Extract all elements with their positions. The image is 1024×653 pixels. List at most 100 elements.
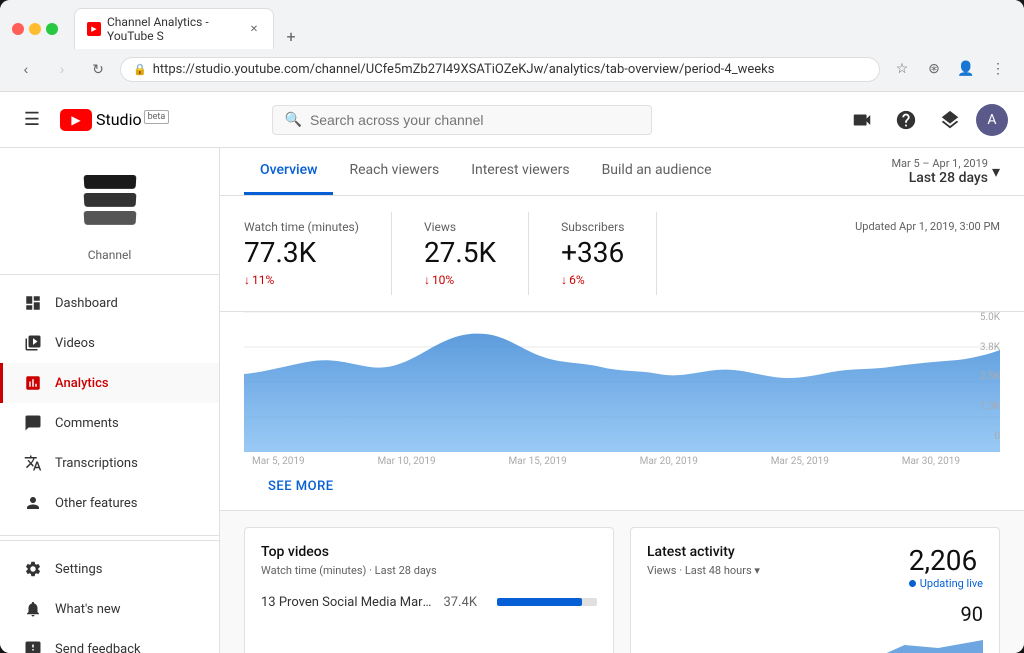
minimize-button[interactable] (29, 23, 41, 35)
videos-icon (23, 333, 43, 353)
sidebar-item-send-feedback[interactable]: Send feedback (0, 629, 219, 653)
y-label-5k: 5.0K (965, 312, 1000, 323)
sidebar-item-dashboard[interactable]: Dashboard (0, 283, 219, 323)
subscribers-change: ↓ 6% (561, 273, 624, 287)
help-button[interactable] (888, 102, 924, 138)
stats-row: Watch time (minutes) 77.3K ↓ 11% Views 2… (244, 212, 1000, 295)
close-button[interactable] (12, 23, 24, 35)
x-label-6: Mar 30, 2019 (902, 456, 960, 467)
studio-text: Studiobeta (96, 110, 169, 129)
maximize-button[interactable] (46, 23, 58, 35)
sidebar-item-transcriptions[interactable]: Transcriptions (0, 443, 219, 483)
latest-activity-subtitle: Views · Last 48 hours ▾ (647, 564, 760, 577)
tabs-row: Channel Analytics - YouTube S ✕ + (74, 8, 304, 49)
x-label-1: Mar 5, 2019 (252, 456, 305, 467)
back-button[interactable]: ‹ (12, 55, 40, 83)
profile-button[interactable]: 👤 (952, 55, 980, 83)
see-more-button[interactable]: SEE MORE (268, 479, 334, 494)
youtube-logo: Studiobeta (60, 109, 169, 131)
header-actions: A (844, 102, 1008, 138)
latest-activity-card: Latest activity Views · Last 48 hours ▾ … (630, 527, 1000, 653)
sidebar-item-other-features[interactable]: Other features (0, 483, 219, 523)
watch-time-value: 77.3K (244, 238, 359, 269)
bookmark-button[interactable]: ☆ (888, 55, 916, 83)
watch-time-change-text: 11% (252, 273, 274, 287)
comments-icon (23, 413, 43, 433)
y-label-13k: 1.3K (965, 401, 1000, 412)
camera-button[interactable] (844, 102, 880, 138)
tab-interest-viewers[interactable]: Interest viewers (455, 148, 585, 195)
x-label-3: Mar 15, 2019 (509, 456, 567, 467)
sidebar-item-videos[interactable]: Videos (0, 323, 219, 363)
activity-chart-fill (647, 640, 983, 653)
date-range-label: Mar 5 – Apr 1, 2019 (891, 157, 988, 170)
browser-window: Channel Analytics - YouTube S ✕ + ‹ › ↻ … (0, 0, 1024, 653)
chart-fill (244, 333, 1000, 451)
other-features-icon (23, 493, 43, 513)
activity-dropdown-icon[interactable]: ▾ (754, 564, 760, 577)
x-label-4: Mar 20, 2019 (640, 456, 698, 467)
x-label-2: Mar 10, 2019 (377, 456, 435, 467)
activity-chart-svg (647, 630, 983, 653)
subscribers-label: Subscribers (561, 220, 624, 234)
analytics-icon (23, 373, 43, 393)
new-tab-button[interactable]: + (278, 23, 304, 49)
dashboard-icon (23, 293, 43, 313)
sidebar-label-settings: Settings (55, 562, 102, 577)
youtube-icon (60, 109, 92, 131)
sidebar-label-whats-new: What's new (55, 602, 121, 617)
watch-time-label: Watch time (minutes) (244, 220, 359, 234)
top-videos-card: Top videos Watch time (minutes) · Last 2… (244, 527, 614, 653)
sidebar-item-comments[interactable]: Comments (0, 403, 219, 443)
app-content: Channel Dashboard Videos (0, 148, 1024, 653)
nav-section-bottom: Settings What's new Send feedback (0, 540, 219, 653)
channel-logo-area (0, 148, 219, 244)
sidebar-item-settings[interactable]: Settings (0, 549, 219, 589)
tab-overview[interactable]: Overview (244, 148, 333, 195)
search-input[interactable] (310, 112, 639, 128)
channel-label: Channel (0, 244, 219, 275)
menu-button[interactable]: ☰ (16, 104, 48, 136)
url-text: https://studio.youtube.com/channel/UCfe5… (153, 62, 867, 77)
search-icon: 🔍 (285, 112, 302, 128)
latest-activity-title: Latest activity (647, 544, 760, 560)
live-badge: Updating live (909, 577, 983, 590)
forward-button[interactable]: › (48, 55, 76, 83)
video-title-1: 13 Proven Social Media Marketing Tips f.… (261, 595, 431, 610)
activity-mini-chart (647, 630, 983, 653)
extensions-button[interactable]: ⊛ (920, 55, 948, 83)
sidebar-label-analytics: Analytics (55, 376, 109, 391)
sidebar-item-whats-new[interactable]: What's new (0, 589, 219, 629)
video-row-1: 13 Proven Social Media Marketing Tips f.… (261, 589, 597, 616)
nav-divider (0, 535, 219, 536)
active-tab[interactable]: Channel Analytics - YouTube S ✕ (74, 8, 274, 49)
date-picker[interactable]: Mar 5 – Apr 1, 2019 Last 28 days ▾ (891, 157, 1000, 186)
sidebar-label-transcriptions: Transcriptions (55, 456, 138, 471)
sidebar: Channel Dashboard Videos (0, 148, 220, 653)
address-bar[interactable]: 🔒 https://studio.youtube.com/channel/UCf… (120, 57, 880, 82)
live-label: Updating live (920, 577, 983, 590)
layers-button[interactable] (932, 102, 968, 138)
video-views-1: 37.4K (443, 595, 477, 610)
analytics-tabs-header: Overview Reach viewers Interest viewers … (220, 148, 1024, 196)
stat-views: Views 27.5K ↓ 10% (424, 212, 529, 295)
sidebar-label-dashboard: Dashboard (55, 296, 118, 311)
stats-area: Watch time (minutes) 77.3K ↓ 11% Views 2… (220, 196, 1024, 312)
search-bar[interactable]: 🔍 (272, 105, 652, 135)
tab-close-button[interactable]: ✕ (247, 22, 261, 36)
sidebar-item-analytics[interactable]: Analytics (0, 363, 219, 403)
x-label-5: Mar 25, 2019 (771, 456, 829, 467)
title-bar: Channel Analytics - YouTube S ✕ + (0, 0, 1024, 49)
video-bar-container-1 (497, 598, 597, 606)
tab-build-audience[interactable]: Build an audience (586, 148, 728, 195)
settings-icon (23, 559, 43, 579)
chart-x-labels: Mar 5, 2019 Mar 10, 2019 Mar 15, 2019 Ma… (244, 452, 1000, 467)
tab-reach-viewers[interactable]: Reach viewers (333, 148, 455, 195)
refresh-button[interactable]: ↻ (84, 55, 112, 83)
top-videos-title: Top videos (261, 544, 597, 560)
more-button[interactable]: ⋮ (984, 55, 1012, 83)
bottom-row: Top videos Watch time (minutes) · Last 2… (220, 511, 1024, 653)
views-label: Views (424, 220, 496, 234)
video-bar-1 (497, 598, 582, 606)
user-avatar[interactable]: A (976, 104, 1008, 136)
